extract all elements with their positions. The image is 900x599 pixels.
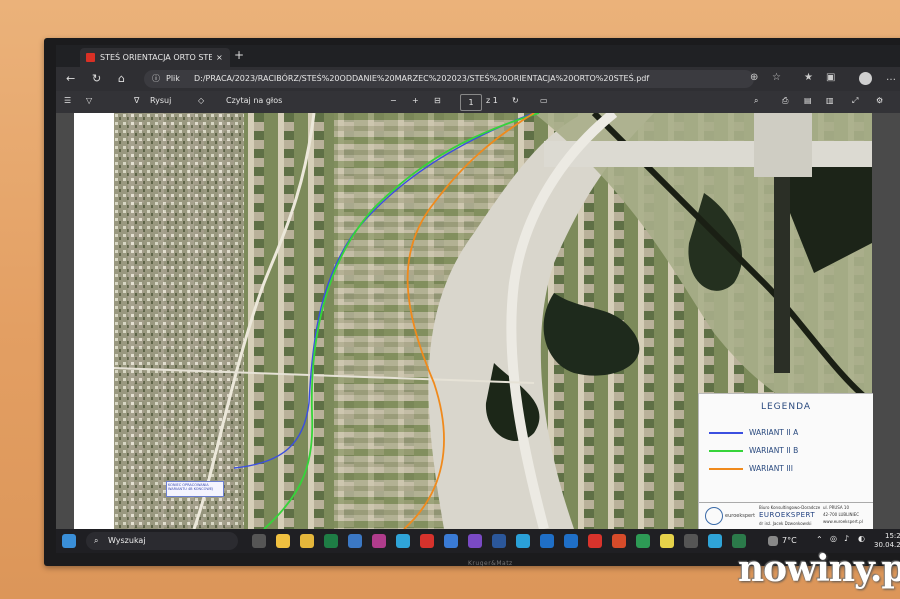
weather-icon[interactable] [768,536,778,546]
start-icon[interactable] [62,534,76,548]
onenote-icon[interactable] [372,534,386,548]
tab-title: STEŚ ORIENTACJA ORTO STEŚ.pdf [100,53,212,62]
legend-line-green [709,450,743,452]
zoom-out-button[interactable]: − [390,96,397,105]
eraser-icon[interactable]: ◇ [198,96,204,105]
task-view-icon[interactable] [252,534,266,548]
excel-icon[interactable] [324,534,338,548]
info-icon[interactable]: ⓘ [152,70,160,88]
legend-label: WARIANT II A [749,428,799,437]
rotate-icon[interactable]: ↻ [512,96,519,105]
zoom-icon[interactable]: ⊕ [750,72,758,83]
font-icon[interactable] [540,534,554,548]
company-address-2: 42-700 LUBLINIEC [823,512,860,517]
taskbar-search[interactable]: ⌕ Wyszukaj [86,532,238,550]
draw-button[interactable]: Rysuj [150,96,171,105]
volume-icon[interactable]: ♪ [844,534,849,543]
tv-brand: Kruger&Matz [468,560,513,567]
legend-title: LEGENDA [760,402,812,412]
browser-tab-bar: STEŚ ORIENTACJA ORTO STEŚ.pdf × + [56,45,900,67]
legend-item-variant-iib: WARIANT II B [709,446,869,456]
opera-icon[interactable] [420,534,434,548]
pdf-icon [86,53,95,62]
page-view-icon[interactable]: ▭ [540,96,548,105]
legend-line-blue [709,432,743,434]
legend-item-variant-iia: WARIANT II A [709,428,869,438]
word-icon[interactable] [492,534,506,548]
save-icon[interactable]: ▤ [804,96,812,105]
company-address-1: ul. PRUSA 10 [823,505,850,510]
navigation-bar: ← ↻ ⌂ ⓘ Plik D:/PRACA/2023/RACIBÓRZ/STEŚ… [56,67,900,91]
network-icon[interactable]: ◎ [830,534,837,543]
new-tab-button[interactable]: + [234,48,244,62]
folder-icon[interactable] [300,534,314,548]
home-icon[interactable]: ⌂ [118,72,125,85]
pdf-viewer[interactable]: KONIEC OPRACOWANIA WARIANTU 4B KONCOWEJ … [56,113,900,530]
edge-icon[interactable] [396,534,410,548]
draw-icon[interactable]: ∇ [134,96,139,105]
app-icon-6[interactable] [612,534,626,548]
app-icon-3[interactable] [468,534,482,548]
tray-up-icon[interactable]: ⌃ [816,535,823,544]
refresh-icon[interactable]: ↻ [92,72,101,85]
app-icon-7[interactable] [684,534,698,548]
clock-time: 15:20 [884,532,900,540]
legend-label: WARIANT II B [749,446,799,455]
edge-icon-2[interactable] [708,534,722,548]
company-name: EUROEKSPERT [759,511,816,519]
address-bar[interactable]: ⓘ Plik D:/PRACA/2023/RACIBÓRZ/STEŚ%20ODD… [144,70,754,88]
search-icon: ⌕ [94,536,99,545]
pdf-toolbar: ☰ ▽ ∇ Rysuj ◇ Czytaj na głos − + ⊟ 1 z 1… [56,91,900,114]
app-icon-8[interactable] [732,534,746,548]
more-icon[interactable]: … [886,72,896,83]
site-watermark: nowiny.pl [738,548,900,590]
temperature: 7°C [782,536,797,545]
save-as-icon[interactable]: ▥ [826,96,834,105]
page-total: z 1 [486,96,498,105]
zoom-in-button[interactable]: + [412,96,419,105]
url-text[interactable]: D:/PRACA/2023/RACIBÓRZ/STEŚ%20ODDANIE%20… [194,70,649,88]
map-annotation: KONIEC OPRACOWANIA WARIANTU 4B KONCOWEJ [166,481,224,497]
scheme-label: Plik [166,74,180,83]
legend-item-variant-iii: WARIANT III [709,464,869,474]
favorite-icon[interactable]: ☆ [772,72,781,83]
legend-line-orange [709,468,743,470]
collections-icon[interactable]: ▣ [826,72,835,83]
screen: STEŚ ORIENTACJA ORTO STEŚ.pdf × + ← ↻ ⌂ … [56,45,900,553]
page-number-input[interactable]: 1 [460,94,482,111]
app-icon-4[interactable] [516,534,530,548]
legend-box: LEGENDA WARIANT II A WARIANT II B WARIAN… [698,393,873,530]
company-prefix: Biuro Konsultingowo-Doradcze [759,505,821,510]
favorites-icon[interactable]: ★ [804,72,813,83]
search-label: Wyszukaj [108,536,146,545]
print-icon[interactable]: ⎙ [782,96,788,106]
back-icon[interactable]: ← [66,72,75,85]
read-aloud-button[interactable]: Czytaj na głos [226,96,282,105]
euroekspert-logo-icon [705,507,723,525]
close-tab-icon[interactable]: × [216,48,223,67]
fit-page-icon[interactable]: ⊟ [434,96,441,105]
app-icon[interactable] [348,534,362,548]
company-stamp: euroekspert Biuro Konsultingowo-Doradcze… [699,502,873,531]
app-icon-2[interactable] [444,534,458,548]
search-icon[interactable]: ⌕ [754,96,758,106]
app-icon-5[interactable] [588,534,602,548]
chrome-icon[interactable] [636,534,650,548]
file-explorer-icon[interactable] [276,534,290,548]
settings-icon[interactable]: ⚙ [876,96,883,105]
sticky-notes-icon[interactable] [660,534,674,548]
tab-pdf[interactable]: STEŚ ORIENTACJA ORTO STEŚ.pdf × [80,48,230,67]
fullscreen-icon[interactable]: ⤢ [852,96,858,106]
logo-text: euroekspert [725,513,756,519]
highlight-icon[interactable]: ▽ [86,96,92,105]
profile-avatar[interactable] [859,72,872,85]
language-icon[interactable]: ◐ [858,534,865,543]
company-website: www.euroekspert.pl [823,519,863,524]
company-owner: dr inż. Jacek Dzwonkowski [759,521,812,526]
font-icon-2[interactable] [564,534,578,548]
contents-icon[interactable]: ☰ [64,96,71,105]
pdf-page: KONIEC OPRACOWANIA WARIANTU 4B KONCOWEJ … [74,113,873,530]
legend-label: WARIANT III [749,464,793,473]
